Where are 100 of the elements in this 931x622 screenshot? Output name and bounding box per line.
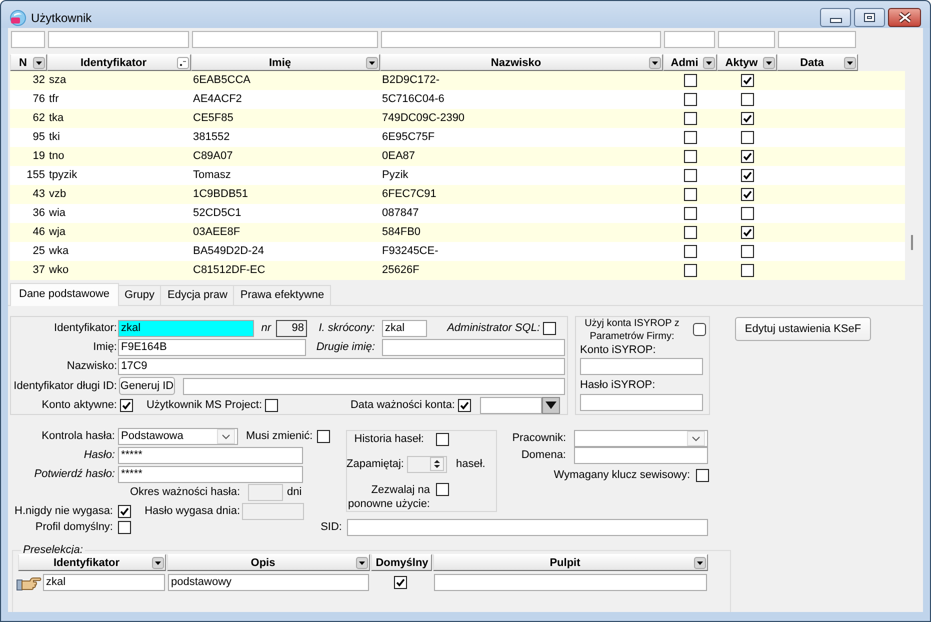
table-checkbox[interactable] — [684, 169, 696, 182]
isyrop-password-field[interactable] — [580, 394, 703, 411]
column-header[interactable]: Data — [777, 54, 858, 71]
table-checkbox[interactable] — [684, 188, 696, 201]
confirm-password-field[interactable]: ***** — [118, 466, 303, 483]
filter-field[interactable] — [192, 31, 378, 48]
table-checkbox[interactable] — [740, 264, 754, 277]
use-company-account-checkbox[interactable] — [693, 323, 706, 336]
expiry-date-field[interactable] — [480, 396, 542, 414]
table-checkbox[interactable] — [740, 74, 754, 87]
table-row[interactable]: 36 wia 52CD5C1 087847 — [10, 204, 905, 223]
table-checkbox[interactable] — [740, 93, 754, 106]
table-row[interactable]: 32 sza 6EAB5CCA B2D9C172- — [10, 71, 905, 90]
table-checkbox[interactable] — [740, 188, 754, 201]
table-checkbox[interactable] — [740, 131, 754, 144]
sort-icon[interactable] — [177, 56, 189, 68]
table-cell-text: F93245CE- — [381, 244, 440, 259]
filter-field[interactable] — [11, 31, 45, 48]
short-name-field[interactable]: zkal — [382, 320, 427, 337]
filter-field[interactable] — [48, 31, 189, 48]
column-header[interactable]: Pulpit — [433, 554, 708, 571]
must-change-checkbox[interactable] — [316, 430, 330, 443]
table-checkbox[interactable] — [740, 169, 754, 182]
table-checkbox[interactable] — [684, 150, 696, 163]
password-expiry-field[interactable] — [242, 502, 304, 520]
column-header[interactable]: Identyfikator — [18, 554, 166, 571]
table-row[interactable]: 37 wko C81512DF-EC 25626F — [10, 261, 905, 280]
column-header[interactable]: Nazwisko — [380, 54, 663, 71]
table-checkbox[interactable] — [684, 131, 696, 144]
preselection-description-field[interactable]: podstawowy — [168, 574, 369, 591]
maximize-button[interactable] — [854, 8, 885, 27]
table-row[interactable]: 62 tka CE5F85 749DC09C-2390 — [10, 109, 905, 128]
desktop-field[interactable] — [434, 574, 707, 591]
ms-project-checkbox[interactable] — [265, 398, 278, 412]
minimize-button[interactable] — [820, 8, 851, 27]
column-header[interactable]: Imię — [191, 54, 380, 71]
preselection-identifier-field[interactable]: zkal — [43, 574, 165, 591]
close-button[interactable] — [888, 8, 921, 27]
sid-label: SID: — [320, 521, 342, 534]
table-checkbox[interactable] — [684, 226, 696, 239]
table-row[interactable]: 43 vzb 1C9BDB51 6FEC7C91 — [10, 185, 905, 204]
table-cell-text: 37 — [32, 263, 46, 278]
table-checkbox[interactable] — [684, 264, 696, 277]
table-checkbox[interactable] — [740, 226, 754, 239]
first-name-field[interactable]: F9E164B — [118, 339, 306, 356]
column-header[interactable]: N — [10, 54, 47, 71]
table-checkbox[interactable] — [684, 74, 696, 87]
service-key-checkbox[interactable] — [696, 469, 709, 482]
password-field[interactable]: ***** — [118, 447, 303, 464]
table-row[interactable]: 25 wka BA549D2D-24 F93245CE- — [10, 242, 905, 261]
identifier-field[interactable]: zkal — [118, 320, 254, 337]
account-expiry-checkbox[interactable] — [458, 398, 471, 412]
use-company-account-label: Użyj konta ISYROP z Parametrów Firmy: — [584, 317, 680, 343]
edit-ksef-settings-button[interactable]: Edytuj ustawienia KSeF — [735, 317, 871, 341]
validity-days-field[interactable] — [248, 484, 283, 500]
table-checkbox[interactable] — [684, 112, 696, 125]
table-row[interactable]: 19 tno C89A07 0EA87 — [10, 147, 905, 166]
table-checkbox[interactable] — [740, 150, 754, 163]
number-field[interactable]: 98 — [276, 320, 307, 337]
table-checkbox[interactable] — [684, 93, 696, 106]
table-checkbox[interactable] — [740, 112, 754, 125]
table-checkbox[interactable] — [684, 207, 696, 220]
long-id-field[interactable] — [183, 378, 565, 394]
never-expires-checkbox[interactable] — [118, 504, 131, 518]
ms-project-label: Użytkownik MS Project: — [146, 398, 262, 412]
column-header[interactable]: Domyślny — [371, 554, 432, 571]
table-row[interactable]: 76 tfr AE4ACF2 5C716C04-6 — [10, 90, 905, 109]
filter-field[interactable] — [664, 31, 715, 48]
sql-admin-checkbox[interactable] — [543, 322, 556, 335]
default-checkbox[interactable] — [394, 576, 406, 589]
filter-field[interactable] — [381, 31, 661, 48]
filter-field[interactable] — [778, 31, 856, 48]
remember-count-field[interactable] — [407, 456, 447, 472]
column-header[interactable]: Opis — [167, 554, 370, 571]
domain-field[interactable] — [574, 447, 708, 464]
isyrop-account-field[interactable] — [580, 358, 703, 375]
table-row[interactable]: 95 tki 381552 6E95C75F — [10, 128, 905, 147]
table-row[interactable]: 46 wja 03AEE8F 584FB0 — [10, 223, 905, 242]
table-checkbox[interactable] — [740, 245, 754, 258]
account-active-checkbox[interactable] — [120, 398, 133, 412]
generate-id-button[interactable]: Generuj ID — [119, 377, 175, 395]
default-profile-checkbox[interactable] — [118, 521, 131, 534]
allow-reuse-checkbox[interactable] — [436, 483, 449, 496]
spinner-arrows-icon[interactable] — [430, 457, 444, 471]
column-header[interactable]: Aktyw — [717, 54, 777, 71]
tab[interactable]: Prawa efektywne — [233, 285, 332, 305]
last-name-field[interactable]: 17C9 — [118, 358, 565, 375]
column-header[interactable]: Admi — [663, 54, 717, 71]
password-history-checkbox[interactable] — [436, 433, 449, 446]
password-control-select[interactable]: Podstawowa — [118, 428, 238, 445]
column-header[interactable]: Identyfikator — [47, 54, 191, 71]
second-name-field[interactable] — [382, 339, 565, 356]
table-cell-text: tki — [48, 130, 61, 145]
table-checkbox[interactable] — [684, 245, 696, 258]
table-checkbox[interactable] — [740, 207, 754, 220]
sid-field[interactable] — [347, 519, 708, 536]
table-row[interactable]: 155 tpyzik Tomasz Pyzik — [10, 166, 905, 185]
tab[interactable]: Dane podstawowe — [10, 283, 119, 306]
filter-field[interactable] — [718, 31, 775, 48]
scrollbar-thumb[interactable] — [911, 235, 913, 250]
